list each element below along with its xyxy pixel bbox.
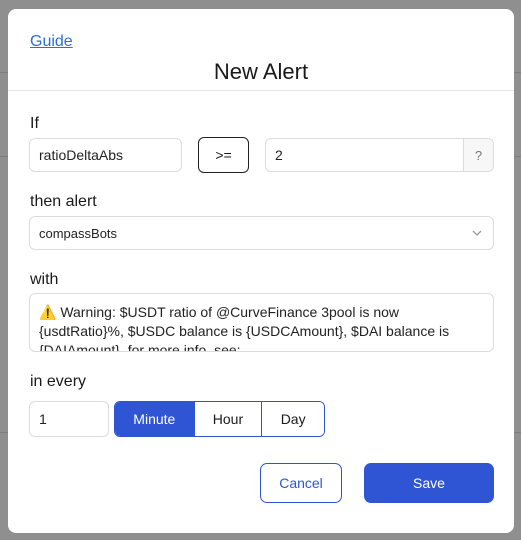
background-line	[0, 156, 8, 157]
new-alert-modal: Guide New Alert If ratioDeltaAbs >= 2 ? …	[8, 9, 514, 533]
background-line	[514, 72, 521, 73]
unit-minute-button[interactable]: Minute	[115, 402, 195, 436]
operator-button[interactable]: >=	[198, 137, 249, 173]
background-line	[0, 432, 8, 433]
with-label: with	[30, 271, 59, 288]
metric-input-value: ratioDeltaAbs	[39, 147, 124, 163]
alert-target-select[interactable]: compassBots	[29, 216, 494, 250]
chevron-down-icon	[472, 230, 482, 236]
interval-value: 1	[39, 411, 47, 427]
guide-link[interactable]: Guide	[30, 33, 73, 51]
alert-target-selected: compassBots	[39, 225, 118, 241]
threshold-input[interactable]: 2 ?	[265, 138, 494, 172]
background-line	[514, 432, 521, 433]
header-divider	[8, 90, 514, 91]
if-label: If	[30, 115, 39, 132]
threshold-input-value: 2	[275, 147, 283, 163]
in-every-label: in every	[30, 373, 87, 390]
unit-day-button[interactable]: Day	[262, 402, 324, 436]
message-text: Warning: $USDT ratio of @CurveFinance 3p…	[39, 304, 450, 352]
background-line	[0, 72, 8, 73]
threshold-help-button[interactable]: ?	[463, 139, 493, 171]
interval-unit-toggle: Minute Hour Day	[114, 401, 325, 437]
then-alert-label: then alert	[30, 193, 97, 210]
interval-value-input[interactable]: 1	[29, 401, 109, 437]
warning-icon: ⚠️	[39, 304, 57, 320]
save-button[interactable]: Save	[364, 463, 494, 503]
metric-input[interactable]: ratioDeltaAbs	[29, 138, 182, 172]
modal-title: New Alert	[213, 59, 309, 84]
unit-hour-button[interactable]: Hour	[194, 402, 263, 436]
cancel-button[interactable]: Cancel	[260, 463, 342, 503]
background-line	[514, 156, 521, 157]
message-textarea[interactable]: ⚠️ Warning: $USDT ratio of @CurveFinance…	[29, 293, 494, 352]
